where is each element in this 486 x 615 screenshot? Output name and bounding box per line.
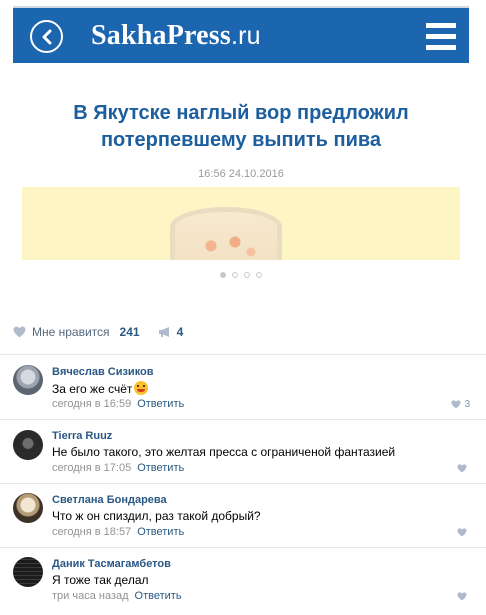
comment-time[interactable]: сегодня в 16:59	[52, 398, 131, 410]
gallery-dot[interactable]	[256, 272, 262, 278]
like-label: Мне нравится	[32, 325, 110, 339]
comment-like-button[interactable]: 3	[451, 399, 470, 410]
gallery-dot[interactable]	[232, 272, 238, 278]
share-count: 4	[176, 325, 184, 339]
megaphone-icon	[158, 327, 169, 337]
comment-meta: сегодня в 16:59 Ответить	[52, 398, 184, 410]
heart-icon	[451, 400, 461, 409]
chevron-left-icon	[42, 29, 51, 44]
gallery-dot[interactable]	[244, 272, 250, 278]
comment: Tierra Ruuz Не было такого, это желтая п…	[0, 420, 486, 484]
hamburger-icon	[426, 23, 456, 28]
comment-time[interactable]: сегодня в 18:57	[52, 526, 131, 538]
like-count: 241	[119, 325, 140, 339]
article-embed: SakhaPress.ru В Якутске наглый вор предл…	[13, 6, 469, 296]
comment-text: Я тоже так делал	[52, 573, 149, 587]
reply-link[interactable]: Ответить	[135, 590, 182, 602]
reply-link[interactable]: Ответить	[137, 462, 184, 474]
comment-author[interactable]: Вячеслав Сизиков	[52, 366, 154, 378]
site-logo[interactable]: SakhaPress.ru	[91, 20, 261, 52]
heart-icon	[457, 592, 467, 601]
menu-button[interactable]	[426, 23, 456, 50]
avatar[interactable]	[13, 430, 43, 460]
comment-text: Что ж он спиздил, раз такой добрый?	[52, 509, 261, 523]
heart-icon	[13, 326, 26, 338]
comment: Светлана Бондарева Что ж он спиздил, раз…	[0, 484, 486, 548]
comment-like-button[interactable]	[457, 592, 470, 601]
comment-like-count: 3	[464, 399, 470, 410]
comment-time[interactable]: сегодня в 17:05	[52, 462, 131, 474]
comment-text-content: За его же счёт	[52, 382, 133, 396]
headline-line: потерпевшему выпить пива	[100, 129, 382, 151]
gallery-pagination	[13, 272, 469, 278]
avatar[interactable]	[13, 493, 43, 523]
comment: Даник Тасмагамбетов Я тоже так делал три…	[0, 548, 486, 612]
comment-author[interactable]: Светлана Бондарева	[52, 494, 167, 506]
comment-author[interactable]: Даник Тасмагамбетов	[52, 558, 171, 570]
comment-author[interactable]: Tierra Ruuz	[52, 430, 112, 442]
comment-meta: сегодня в 18:57 Ответить	[52, 526, 184, 538]
comment-time[interactable]: три часа назад	[52, 590, 129, 602]
grinning-face-emoji-icon	[134, 381, 149, 395]
article-photo[interactable]	[22, 187, 460, 260]
avatar[interactable]	[13, 365, 43, 395]
comment-text: За его же счёт	[52, 381, 149, 396]
site-header: SakhaPress.ru	[13, 6, 469, 63]
comment-like-button[interactable]	[457, 528, 470, 537]
reply-link[interactable]: Ответить	[137, 398, 184, 410]
hamburger-icon-bar	[426, 45, 456, 50]
gallery-dot[interactable]	[220, 272, 226, 278]
comment-meta: три часа назад Ответить	[52, 590, 182, 602]
heart-icon	[457, 464, 467, 473]
like-button[interactable]: Мне нравится 241	[13, 325, 140, 339]
logo-tld: .ru	[230, 22, 261, 50]
avatar[interactable]	[13, 557, 43, 587]
comment: Вячеслав Сизиков За его же счёт сегодня …	[0, 355, 486, 419]
back-button[interactable]	[30, 20, 63, 53]
hamburger-icon-bar	[426, 34, 456, 39]
comment-like-button[interactable]	[457, 464, 470, 473]
headline-line: В Якутске наглый вор предложил	[73, 102, 409, 124]
heart-icon	[457, 528, 467, 537]
comment-text: Не было такого, это желтая пресса с огра…	[52, 445, 396, 459]
beer-glass-image	[170, 207, 282, 260]
share-button[interactable]: 4	[158, 325, 184, 339]
article-date: 16:56 24.10.2016	[198, 168, 284, 180]
page: SakhaPress.ru В Якутске наглый вор предл…	[0, 0, 486, 615]
logo-main: SakhaPress	[91, 20, 231, 51]
comment-meta: сегодня в 17:05 Ответить	[52, 462, 184, 474]
article-headline[interactable]: В Якутске наглый вор предложил потерпевш…	[13, 100, 469, 154]
likes-bar: Мне нравится 241 4	[13, 323, 183, 341]
reply-link[interactable]: Ответить	[137, 526, 184, 538]
